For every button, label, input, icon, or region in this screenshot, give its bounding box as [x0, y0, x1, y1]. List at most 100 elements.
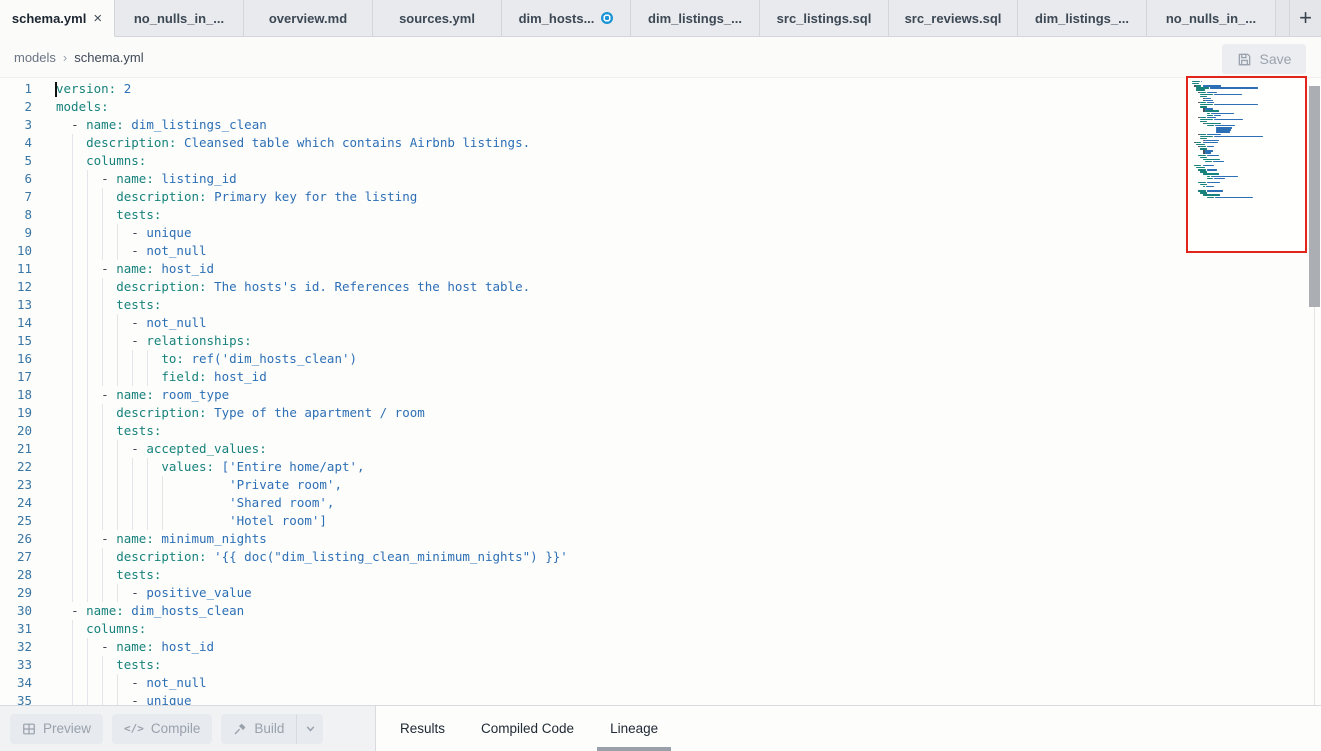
indent-guide [72, 512, 73, 530]
build-dropdown-button[interactable] [296, 714, 323, 744]
code-editor[interactable]: 1234567891011121314151617181920212223242… [0, 78, 1321, 705]
breadcrumb-folder[interactable]: models [14, 50, 56, 65]
tab-dim-listings[interactable]: dim_listings_... [631, 0, 760, 37]
code-line[interactable]: models: [56, 98, 568, 116]
code-line[interactable]: - name: room_type [56, 386, 568, 404]
minimap-line [1201, 81, 1202, 82]
indent-guide [102, 548, 103, 566]
code-line[interactable]: tests: [56, 656, 568, 674]
vertical-scrollbar-thumb[interactable] [1309, 86, 1320, 307]
tab-label: sources.yml [399, 11, 475, 26]
tab-dim-hosts[interactable]: dim_hosts... [502, 0, 631, 37]
minimap-line [1203, 142, 1219, 143]
minimap-line [1207, 176, 1210, 177]
tab-no-nulls-in[interactable]: no_nulls_in_... [115, 0, 244, 37]
build-button[interactable]: Build [221, 714, 296, 744]
compile-button[interactable]: </>Compile [112, 714, 212, 744]
panel-tab-results[interactable]: Results [400, 706, 445, 751]
tab-src-listings-sql[interactable]: src_listings.sql [760, 0, 889, 37]
code-line[interactable]: - unique [56, 224, 568, 242]
code-line[interactable]: description: Primary key for the listing [56, 188, 568, 206]
code-line[interactable]: tests: [56, 206, 568, 224]
code-line[interactable]: - name: dim_listings_clean [56, 116, 568, 134]
code-line[interactable]: 'Shared room', [56, 494, 568, 512]
code-line[interactable]: 'Hotel room'] [56, 512, 568, 530]
indent-guide [72, 656, 73, 674]
code-line[interactable]: - positive_value [56, 584, 568, 602]
code-line[interactable]: tests: [56, 566, 568, 584]
indent-guide [87, 674, 88, 692]
indent-guide [87, 260, 88, 278]
code-line[interactable]: description: The hosts's id. References … [56, 278, 568, 296]
code-line[interactable]: description: Type of the apartment / roo… [56, 404, 568, 422]
code-line[interactable]: - relationships: [56, 332, 568, 350]
code-line[interactable]: values: ['Entire home/apt', [56, 458, 568, 476]
code-line[interactable]: tests: [56, 296, 568, 314]
code-line[interactable]: 'Private room', [56, 476, 568, 494]
indent-guide [72, 368, 73, 386]
indent-guide [117, 224, 118, 242]
code-line[interactable]: - not_null [56, 242, 568, 260]
code-line[interactable]: - name: host_id [56, 260, 568, 278]
tab-bar: schema.yml× no_nulls_in_... overview.md sou… [0, 0, 1321, 37]
code-line[interactable]: columns: [56, 152, 568, 170]
minimap-line [1214, 178, 1225, 179]
minimap-line [1214, 94, 1242, 95]
indent-guide [87, 188, 88, 206]
code-line[interactable]: - name: minimum_nights [56, 530, 568, 548]
panel-tab-label: Results [400, 721, 445, 736]
indent-guide [147, 368, 148, 386]
preview-button[interactable]: Preview [10, 714, 103, 744]
tab-schema-yml[interactable]: schema.yml× [0, 0, 115, 37]
code-line[interactable]: description: '{{ doc("dim_listing_clean_… [56, 548, 568, 566]
code-line[interactable]: - name: host_id [56, 638, 568, 656]
compile-button-label: Compile [151, 721, 201, 736]
tab-label: src_reviews.sql [905, 11, 1002, 26]
tab-dim-listings[interactable]: dim_listings_... [1018, 0, 1147, 37]
code-line[interactable]: columns: [56, 620, 568, 638]
indent-guide [87, 476, 88, 494]
minimap-line [1200, 92, 1205, 93]
indent-guide [117, 440, 118, 458]
code-line[interactable]: field: host_id [56, 368, 568, 386]
indent-guide [147, 458, 148, 476]
line-number: 19 [0, 404, 32, 422]
code-line[interactable]: version: 2 [56, 80, 568, 98]
indent-guide [87, 314, 88, 332]
tab-no-nulls-in[interactable]: no_nulls_in_... [1147, 0, 1276, 37]
bottom-bar: Preview </>Compile Build Results Compiled C… [0, 705, 1321, 751]
minimap[interactable] [1186, 76, 1307, 253]
minimap-line [1207, 115, 1213, 116]
indent-guide [72, 494, 73, 512]
tab-src-reviews-sql[interactable]: src_reviews.sql [889, 0, 1018, 37]
close-icon[interactable]: × [93, 11, 102, 26]
code-line[interactable]: tests: [56, 422, 568, 440]
minimap-line [1215, 197, 1253, 198]
minimap-line [1214, 119, 1243, 120]
line-number: 33 [0, 656, 32, 674]
code-line[interactable]: - name: listing_id [56, 170, 568, 188]
tab-bar-tabs: schema.yml× no_nulls_in_... overview.md sou… [0, 0, 1276, 37]
new-tab-button[interactable]: + [1290, 0, 1321, 37]
tab-overview-md[interactable]: overview.md [244, 0, 373, 37]
indent-guide [87, 170, 88, 188]
code-line[interactable]: - unique [56, 692, 568, 705]
code-line[interactable]: - not_null [56, 674, 568, 692]
save-button[interactable]: Save [1222, 44, 1306, 74]
panel-tab-lineage[interactable]: Lineage [610, 706, 658, 751]
panel-tab-compiled-code[interactable]: Compiled Code [481, 706, 574, 751]
minimap-line [1207, 155, 1220, 156]
code-line[interactable]: - name: dim_hosts_clean [56, 602, 568, 620]
tab-sources-yml[interactable]: sources.yml [373, 0, 502, 37]
indent-guide [87, 494, 88, 512]
code-line[interactable]: - not_null [56, 314, 568, 332]
code-line[interactable]: - accepted_values: [56, 440, 568, 458]
code-line[interactable]: description: Cleansed table which contai… [56, 134, 568, 152]
minimap-line [1214, 115, 1221, 116]
indent-guide [72, 152, 73, 170]
code-line[interactable]: to: ref('dim_hosts_clean') [56, 350, 568, 368]
preview-button-label: Preview [43, 721, 91, 736]
indent-guide [72, 314, 73, 332]
indent-guide [102, 368, 103, 386]
tab-label: no_nulls_in_... [134, 11, 224, 26]
